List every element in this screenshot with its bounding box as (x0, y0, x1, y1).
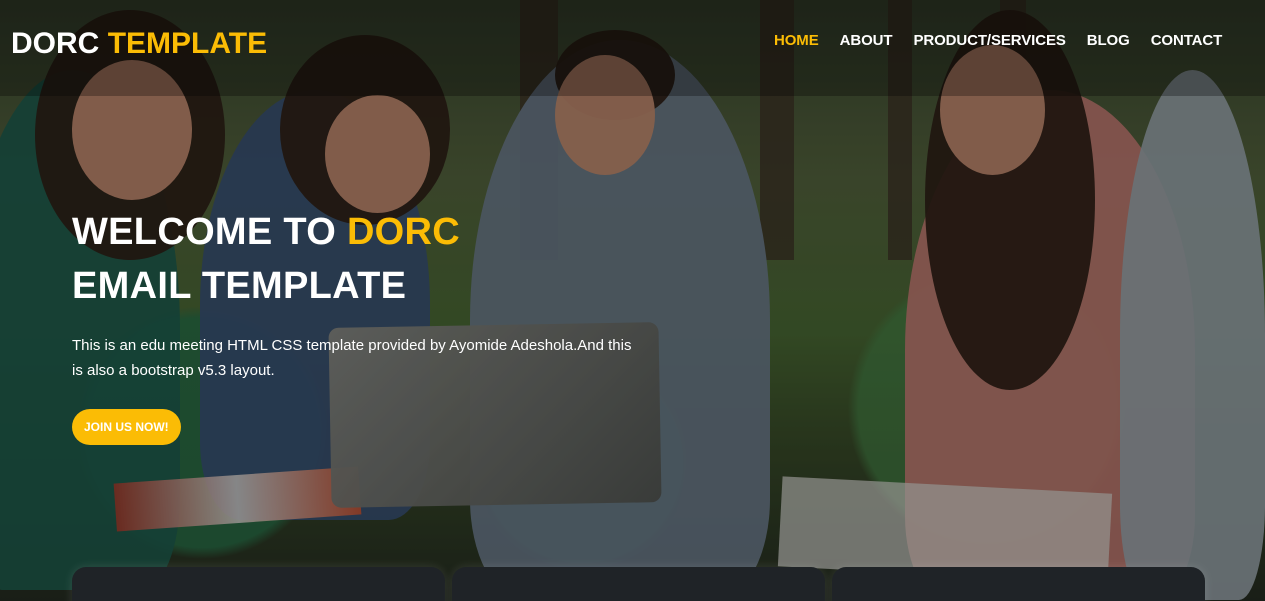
feature-card[interactable] (452, 567, 825, 601)
headline-brand: DORC (346, 211, 461, 253)
hero-section: DORC TEMPLATE HOME ABOUT PRODUCT/SERVICE… (0, 0, 1265, 601)
logo-primary-text: DORC (11, 27, 100, 60)
site-header: DORC TEMPLATE HOME ABOUT PRODUCT/SERVICE… (0, 0, 1265, 96)
headline-template-text: EMAIL TEMPLATE (72, 265, 407, 307)
headline-intro: WELCOME TO (72, 211, 337, 253)
site-logo[interactable]: DORC TEMPLATE (11, 25, 267, 63)
student-face (325, 95, 430, 213)
logo-accent-text: TEMPLATE (107, 27, 268, 60)
hero-description: This is an edu meeting HTML CSS template… (72, 337, 632, 379)
nav-blog-link[interactable]: BLOG (1087, 31, 1130, 51)
nav-contact-link[interactable]: CONTACT (1151, 31, 1223, 51)
nav-home-link[interactable]: HOME (774, 31, 819, 51)
hero-content: WELCOME TO DORC EMAIL TEMPLATE This is a… (72, 205, 652, 445)
hero-headline: WELCOME TO DORC EMAIL TEMPLATE (72, 205, 652, 313)
join-us-now-button[interactable]: JOIN US NOW! (72, 409, 181, 445)
student-figure (1120, 70, 1265, 600)
feature-card[interactable] (72, 567, 445, 601)
feature-card[interactable] (832, 567, 1205, 601)
open-book (113, 466, 362, 532)
nav-about-link[interactable]: ABOUT (840, 31, 893, 51)
student-figure (905, 90, 1195, 601)
main-navigation: HOME ABOUT PRODUCT/SERVICES BLOG CONTACT (774, 31, 1222, 51)
nav-product-services-link[interactable]: PRODUCT/SERVICES (913, 31, 1065, 51)
